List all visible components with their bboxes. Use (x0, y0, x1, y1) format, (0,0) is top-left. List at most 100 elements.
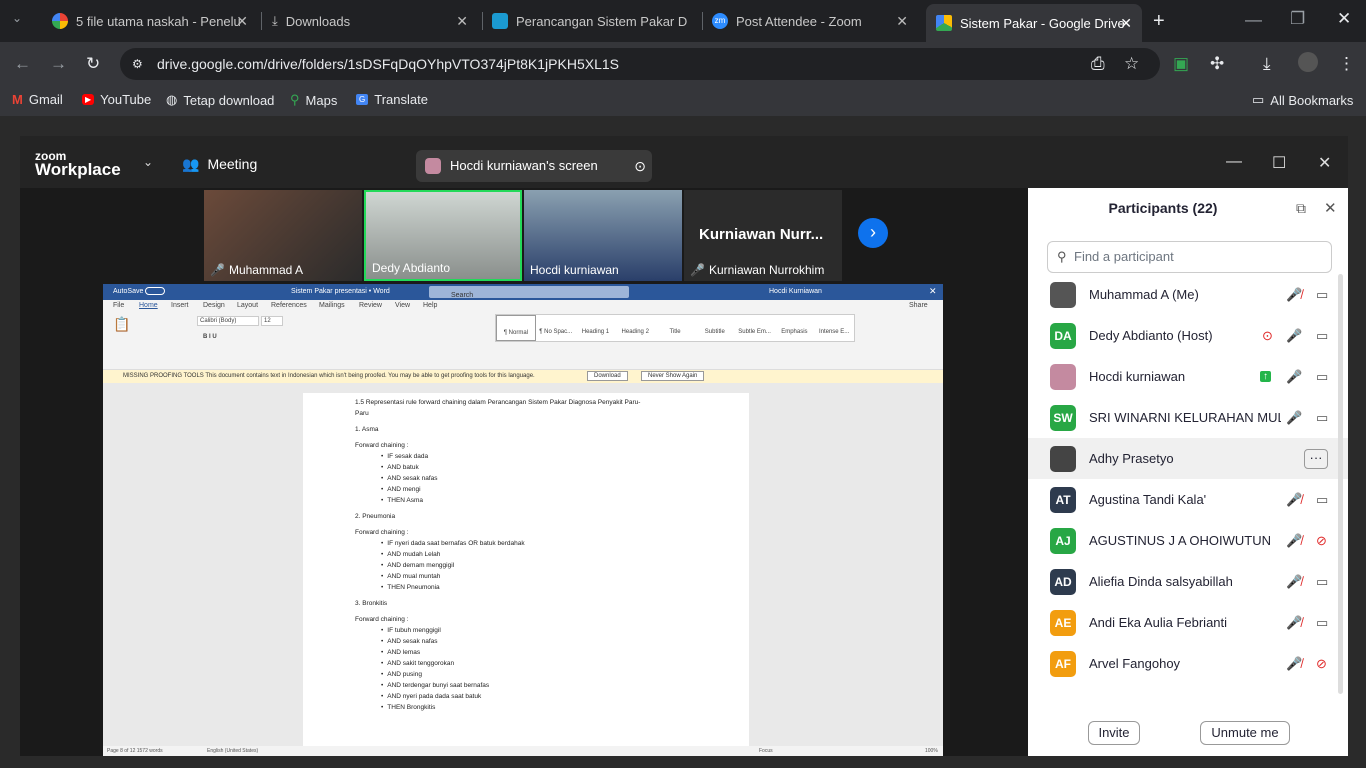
tab-search-icon[interactable]: ⌄ (12, 11, 22, 25)
participant-row[interactable]: Hocdi kurniawan ↑ 🎤 ▭ (1028, 356, 1348, 397)
camera-icon: ▭ (1316, 368, 1329, 384)
reload-icon[interactable]: ↻ (86, 54, 100, 74)
close-icon[interactable]: ✕ (456, 13, 468, 30)
downloads-icon[interactable]: ⤓ (1263, 54, 1271, 74)
paste-icon[interactable]: 📋 (113, 316, 130, 333)
people-icon: 👥 (182, 156, 200, 172)
muted-mic-icon: 🎤̸ (1286, 286, 1303, 302)
minimize-icon[interactable]: — (1245, 10, 1262, 30)
participant-row[interactable]: AE Andi Eka Aulia Febrianti 🎤̸ ▭ (1028, 602, 1348, 643)
participant-row[interactable]: Muhammad A (Me) 🎤̸ ▭ (1028, 274, 1348, 315)
close-window-icon[interactable]: ✕ (1337, 9, 1351, 29)
participant-name: Agustina Tandi Kala' (1089, 492, 1207, 507)
participant-row[interactable]: AT Agustina Tandi Kala' 🎤̸ ▭ (1028, 479, 1348, 520)
search-icon: ⚲ (1057, 249, 1067, 264)
participant-name: Hocdi kurniawan (1089, 369, 1186, 384)
participant-row[interactable]: Adhy Prasetyo ··· (1028, 438, 1348, 479)
bold-icon[interactable]: B I U (203, 334, 217, 340)
shared-screen-word: AutoSave Sistem Pakar presentasi • Word … (103, 284, 943, 756)
logo-dropdown-icon[interactable]: ⌄ (143, 155, 153, 169)
tab-downloads[interactable]: ⤓ Downloads ✕ (262, 6, 478, 36)
bookmark-translate[interactable]: G Translate (356, 92, 428, 107)
app-icon (492, 13, 508, 29)
restore-icon[interactable]: ❐ (1290, 9, 1305, 29)
bookmark-tetap-download[interactable]: ◍ Tetap download (166, 92, 274, 108)
menu-icon[interactable]: ⋮ (1338, 54, 1355, 74)
muted-mic-icon: 🎤̸ (1286, 614, 1303, 630)
avatar: AT (1050, 486, 1076, 513)
youtube-icon: ▶ (82, 94, 95, 105)
bookmark-gmail[interactable]: M Gmail (12, 92, 63, 107)
unmute-button[interactable]: Unmute me (1200, 721, 1290, 745)
site-info-icon[interactable]: ⚙ (132, 48, 143, 80)
next-page-button[interactable]: › (858, 218, 888, 248)
browser-tab-bar: ⌄ 5 file utama naskah - Penelu ✕ ⤓ Downl… (0, 0, 1366, 42)
word-search-box[interactable]: Search (429, 286, 629, 299)
participant-row[interactable]: AF Arvel Fangohoy 🎤̸ ⊘ (1028, 643, 1348, 684)
popout-icon[interactable]: ⧉ (1296, 200, 1306, 217)
zoom-window: zoom Workplace ⌄ 👥 Meeting Hocdi kurniawa… (20, 136, 1348, 756)
tab-penelusuran[interactable]: 5 file utama naskah - Penelu ✕ (42, 6, 258, 36)
bookmark-youtube[interactable]: ▶ YouTube (82, 92, 151, 107)
back-icon[interactable]: ← (14, 54, 31, 74)
puzzle-icon[interactable]: ✣ (1210, 54, 1224, 74)
camera-icon: ▭ (1316, 614, 1329, 630)
zoom-close-icon[interactable]: ✕ (1318, 153, 1331, 173)
bookmark-star-icon[interactable]: ☆ (1124, 54, 1139, 74)
tab-zoom[interactable]: zm Post Attendee - Zoom ✕ (702, 6, 918, 36)
avatar: DA (1050, 322, 1076, 349)
meeting-menu[interactable]: 👥 Meeting (182, 156, 257, 173)
tab-perancangan[interactable]: Perancangan Sistem Pakar D (482, 6, 698, 36)
forward-icon[interactable]: → (50, 54, 67, 74)
avatar: AF (1050, 650, 1076, 677)
profile-avatar[interactable] (1298, 52, 1318, 72)
video-tile-active[interactable]: Dedy Abdianto (364, 190, 522, 281)
avatar: AJ (1050, 527, 1076, 554)
new-tab-icon[interactable]: + (1153, 10, 1165, 33)
video-tile[interactable]: Kurniawan Nurr... 🎤 Kurniawan Nurrokhim (684, 190, 842, 281)
video-tile[interactable]: Hocdi kurniawan (524, 190, 682, 281)
participant-name: Arvel Fangohoy (1089, 656, 1181, 671)
close-icon[interactable]: ✕ (1120, 15, 1132, 32)
word-ribbon: 📋 Calibri (Body) 12 B I U ¶ Normal ¶ No … (103, 312, 943, 370)
scrollbar[interactable] (1338, 274, 1343, 694)
zoom-minimize-icon[interactable]: — (1226, 153, 1242, 171)
video-tile[interactable]: 🎤 Muhammad A (204, 190, 362, 281)
camera-icon: ▭ (1316, 409, 1329, 425)
zoom-maximize-icon[interactable]: ☐ (1272, 153, 1286, 173)
participant-row[interactable]: AD Aliefia Dinda salsyabillah 🎤̸ ▭ (1028, 561, 1348, 602)
url-field[interactable]: ⚙ drive.google.com/drive/folders/1sDSFqD… (120, 48, 1160, 80)
close-icon[interactable]: ✕ (236, 13, 248, 30)
translate-icon: G (356, 94, 369, 105)
close-icon[interactable]: ✕ (1324, 199, 1337, 217)
participants-panel: Participants (22) ⧉ ✕ ⚲ Find a participa… (1028, 188, 1348, 756)
document-page[interactable]: 1.5 Representasi rule forward chaining d… (303, 393, 749, 753)
close-icon[interactable]: ✕ (896, 13, 908, 30)
screen-share-indicator[interactable]: Hocdi kurniawan's screen ⊙ (416, 150, 652, 182)
avatar: AD (1050, 568, 1076, 595)
bookmark-maps[interactable]: ⚲ Maps (290, 92, 337, 108)
extension-icon[interactable]: ▣ (1173, 54, 1189, 74)
more-options-icon[interactable]: ⊙ (634, 150, 646, 182)
participant-row[interactable]: AJ AGUSTINUS J A OHOIWUTUN 🎤̸ ⊘ (1028, 520, 1348, 561)
participant-row[interactable]: DA Dedy Abdianto (Host) ⊙ 🎤 ▭ (1028, 315, 1348, 356)
invite-button[interactable]: Invite (1088, 721, 1140, 745)
more-options-icon[interactable]: ··· (1304, 448, 1328, 469)
zoom-titlebar: zoom Workplace ⌄ 👥 Meeting Hocdi kurniawa… (20, 136, 1348, 188)
word-status-bar: Page 8 of 12 1572 words English (United … (103, 746, 943, 756)
pneumonia-rule-list: IF nyeri dada saat bernafas OR batuk ber… (355, 538, 697, 593)
all-bookmarks[interactable]: ▭ All Bookmarks (1252, 92, 1353, 108)
close-icon[interactable]: ✕ (929, 286, 937, 297)
tab-google-drive[interactable]: Sistem Pakar - Google Drive ✕ (926, 4, 1142, 42)
camera-off-icon: ⊘ (1316, 532, 1327, 548)
participant-name: Dedy Abdianto (Host) (1089, 328, 1213, 343)
muted-mic-icon: 🎤 (210, 263, 225, 277)
download-icon: ⤓ (272, 13, 278, 28)
participant-name: AGUSTINUS J A OHOIWUTUN (1089, 533, 1272, 548)
chevron-right-icon: › (870, 222, 876, 242)
styles-gallery: ¶ Normal ¶ No Spac... Heading 1 Heading … (495, 314, 855, 342)
install-icon[interactable]: ⎙ (1091, 54, 1105, 74)
muted-mic-icon: 🎤̸ (1286, 573, 1303, 589)
participant-row[interactable]: SW SRI WINARNI KELURAHAN MULI 🎤 ▭ (1028, 397, 1348, 438)
participant-search-input[interactable]: ⚲ Find a participant (1047, 241, 1332, 273)
